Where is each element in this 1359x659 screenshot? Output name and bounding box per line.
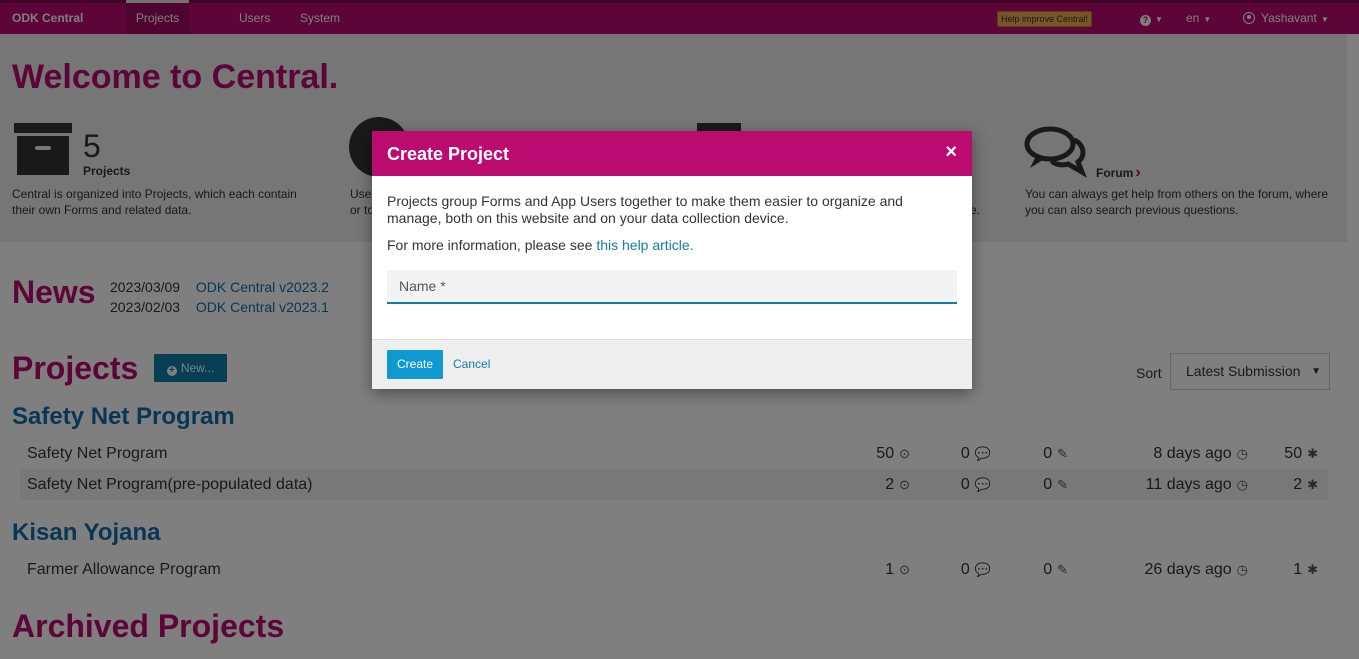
modal-header: Create Project × [372, 131, 972, 176]
close-icon[interactable]: × [945, 141, 957, 164]
cancel-button[interactable]: Cancel [453, 357, 490, 371]
create-button[interactable]: Create [387, 350, 443, 379]
modal-description: Projects group Forms and App Users toget… [387, 193, 903, 226]
project-name-input[interactable] [387, 270, 957, 304]
modal-footer: Create Cancel [372, 339, 972, 389]
modal-title: Create Project [387, 144, 510, 164]
modal-more-info: For more information, please see this he… [387, 237, 694, 253]
help-article-link[interactable]: this help article. [596, 237, 693, 253]
create-project-modal: Create Project × Projects group Forms an… [372, 131, 972, 389]
